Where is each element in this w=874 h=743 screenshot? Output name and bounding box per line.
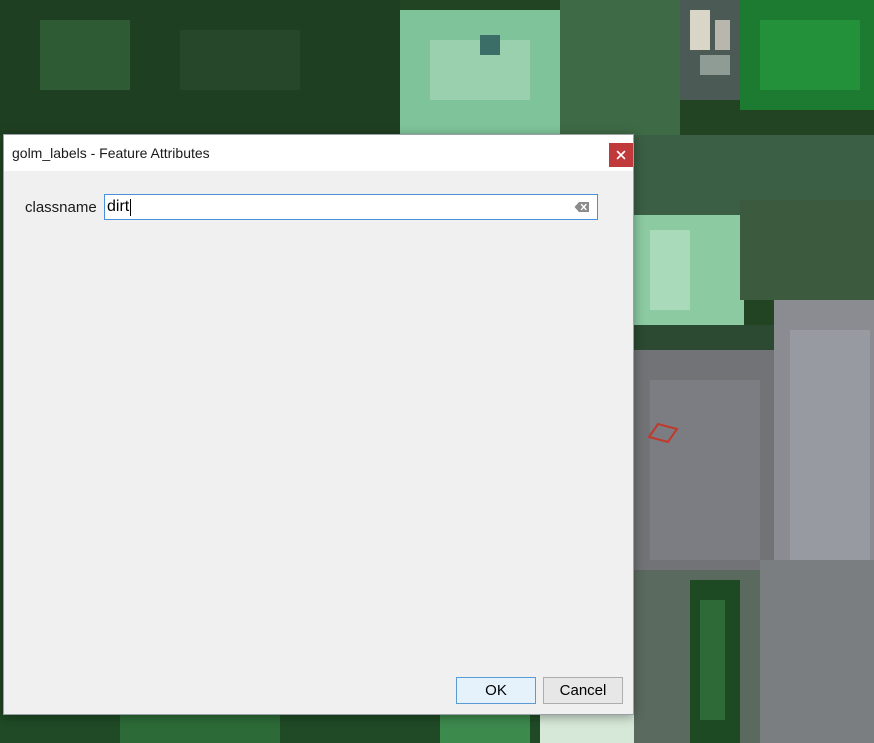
classname-field[interactable] (104, 194, 598, 220)
feature-attributes-dialog: golm_labels - Feature Attributes classna… (3, 134, 634, 715)
dialog-title: golm_labels - Feature Attributes (12, 145, 210, 161)
classname-label: classname (25, 199, 97, 216)
cancel-button[interactable]: Cancel (543, 677, 623, 704)
backspace-clear-icon[interactable] (574, 201, 590, 213)
close-icon (616, 150, 626, 160)
close-button[interactable] (609, 143, 633, 167)
ok-button[interactable]: OK (456, 677, 536, 704)
text-caret (130, 199, 131, 216)
classname-input[interactable] (107, 196, 567, 218)
dialog-titlebar[interactable]: golm_labels - Feature Attributes (4, 135, 633, 171)
